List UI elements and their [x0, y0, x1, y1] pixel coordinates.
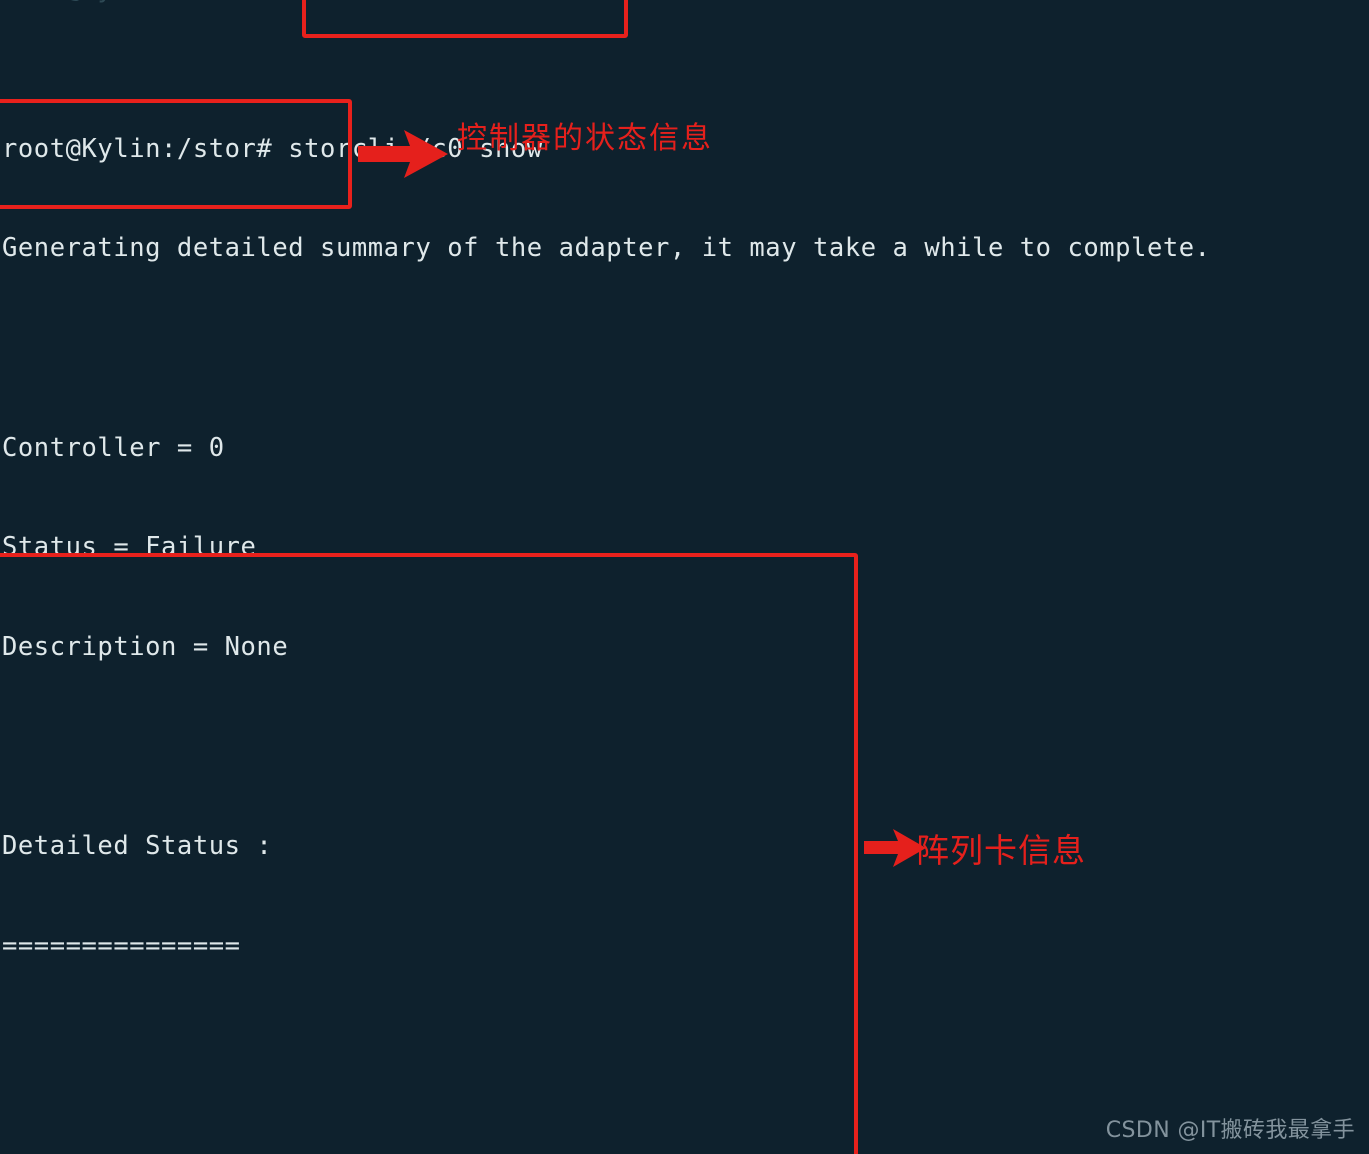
terminal-output[interactable]: root@Kylin:/stor# root@Kylin:/stor# stor…	[0, 0, 1369, 1154]
controller-status-line: Status = Failure	[2, 532, 257, 563]
annotation-label-controller-status: 控制器的状态信息	[457, 121, 713, 156]
controller-desc-line: Description = None	[2, 631, 289, 662]
heading-underline: ===============	[2, 930, 241, 961]
terminal-screen: root@Kylin:/stor# root@Kylin:/stor# stor…	[0, 0, 1369, 1154]
right-arrow-icon	[358, 130, 448, 178]
scrolled-off-prompt-line: root@Kylin:/stor#	[2, 0, 272, 6]
watermark: CSDN @IT搬砖我最拿手	[1105, 1118, 1355, 1143]
detailed-status-heading: Detailed Status :	[2, 830, 273, 861]
terminal-line: Generating detailed summary of the adapt…	[2, 233, 1211, 264]
annotation-label-raid-card-info: 阵列卡信息	[916, 831, 1086, 870]
controller-id-line: Controller = 0	[2, 432, 225, 463]
